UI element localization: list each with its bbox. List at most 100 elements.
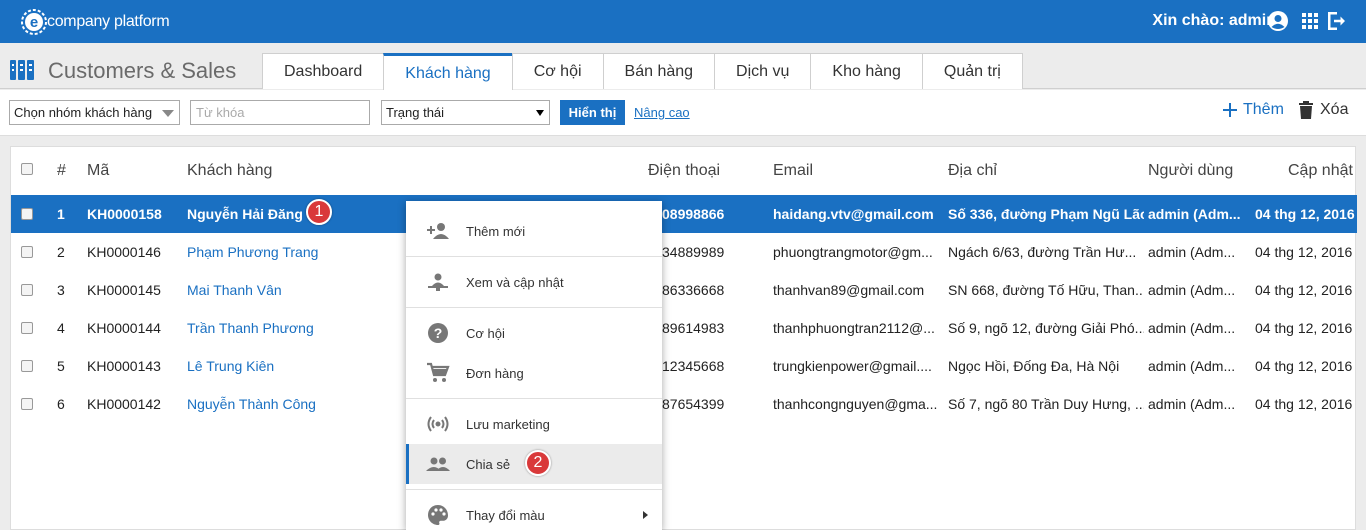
row-checkbox[interactable]: [21, 208, 33, 220]
menu-item-label: Chia sẻ: [466, 457, 511, 472]
row-checkbox[interactable]: [21, 322, 33, 334]
submenu-arrow-icon: [643, 511, 648, 519]
cell-customer[interactable]: Phạm Phương Trang: [187, 244, 318, 260]
broadcast-icon: [427, 416, 449, 432]
table-row[interactable]: 2 KH0000146 Phạm Phương Trang 34889989 phuon…: [11, 233, 1357, 271]
cell-index: 1: [57, 206, 65, 222]
column-header-email[interactable]: Email: [773, 162, 813, 180]
chevron-down-icon: [536, 110, 544, 116]
cell-updated: 04 thg 12, 2016: [1255, 320, 1353, 336]
select-all-checkbox[interactable]: [21, 163, 33, 175]
table-row[interactable]: 4 KH0000144 Trần Thanh Phương 89614983 thanh…: [11, 309, 1357, 347]
cell-index: 5: [57, 358, 65, 374]
cell-address: Ngọc Hồi, Đống Đa, Hà Nội: [948, 358, 1120, 374]
row-checkbox[interactable]: [21, 284, 33, 296]
cell-address: Số 7, ngõ 80 Trần Duy Hưng, ...: [948, 396, 1144, 412]
logo-text: company platform: [47, 12, 170, 30]
logout-icon[interactable]: [1323, 9, 1347, 33]
customer-group-select[interactable]: Chọn nhóm khách hàng: [9, 100, 180, 125]
cell-phone: 89614983: [662, 320, 725, 336]
cell-email: thanhphuongtran2112@...: [773, 320, 935, 336]
cell-customer[interactable]: Trần Thanh Phương: [187, 320, 314, 336]
cell-code: KH0000158: [87, 206, 162, 222]
svg-text:?: ?: [434, 325, 443, 341]
column-header-index: #: [57, 162, 66, 179]
table-row[interactable]: 1 KH0000158 Nguyễn Hải Đăng 08998866 haidang…: [11, 195, 1357, 233]
chevron-down-icon: [162, 110, 174, 117]
cell-user: admin (Adm...: [1148, 206, 1241, 222]
cell-phone: 08998866: [662, 206, 725, 222]
cell-user: admin (Adm...: [1148, 358, 1236, 374]
cell-updated: 04 thg 12, 2016: [1255, 206, 1355, 222]
row-checkbox[interactable]: [21, 246, 33, 258]
filter-toolbar: Chọn nhóm khách hàng Trạng thái Hiển thị…: [0, 90, 1366, 136]
tab-customers[interactable]: Khách hàng: [383, 53, 513, 90]
cell-code: KH0000142: [87, 396, 161, 412]
tab-opportunities[interactable]: Cơ hội: [511, 53, 604, 89]
menu-divider: [406, 307, 662, 308]
people-icon: [426, 457, 450, 471]
cell-address: Số 9, ngõ 12, đường Giải Phó...: [948, 320, 1144, 336]
greeting: Xin chào: admin: [1152, 12, 1276, 29]
column-header-customer[interactable]: Khách hàng: [187, 162, 272, 180]
menu-item-add-new[interactable]: Thêm mới: [406, 211, 662, 251]
cell-index: 3: [57, 282, 65, 298]
callout-badge-1: 1: [306, 199, 332, 225]
callout-badge-2: 2: [525, 450, 551, 476]
menu-divider: [406, 489, 662, 490]
customer-table: # Mã Khách hàng Điện thoại Email Địa chỉ…: [10, 146, 1357, 530]
cell-customer[interactable]: Mai Thanh Vân: [187, 282, 282, 298]
keyword-input[interactable]: [190, 100, 370, 125]
tab-admin[interactable]: Quản trị: [921, 53, 1023, 89]
table-row[interactable]: 6 KH0000142 Nguyễn Thành Công 87654399 thanh…: [11, 385, 1357, 423]
tab-dashboard[interactable]: Dashboard: [262, 53, 385, 89]
cell-user: admin (Adm...: [1148, 320, 1236, 336]
cell-customer[interactable]: Nguyễn Thành Công: [187, 396, 316, 412]
menu-item-label: Đơn hàng: [466, 366, 524, 381]
cell-user: admin (Adm...: [1148, 282, 1236, 298]
menu-item-label: Thay đổi màu: [466, 508, 545, 523]
cell-user: admin (Adm...: [1148, 396, 1236, 412]
menu-item-orders[interactable]: Đơn hàng: [406, 353, 662, 393]
tab-warehouse[interactable]: Kho hàng: [810, 53, 923, 89]
show-button[interactable]: Hiển thị: [560, 100, 625, 125]
tab-services[interactable]: Dịch vụ: [714, 53, 812, 89]
cell-phone: 34889989: [662, 244, 725, 260]
add-button[interactable]: Thêm: [1222, 101, 1284, 119]
plus-icon: [1223, 103, 1237, 117]
menu-item-label: Thêm mới: [466, 224, 526, 239]
menu-item-opportunity[interactable]: ? Cơ hội: [406, 313, 662, 353]
apps-grid-icon[interactable]: [1298, 9, 1322, 33]
menu-item-change-color[interactable]: Thay đổi màu: [406, 495, 662, 530]
column-header-address[interactable]: Địa chỉ: [948, 162, 997, 180]
row-checkbox[interactable]: [21, 360, 33, 372]
column-header-user[interactable]: Người dùng: [1148, 162, 1233, 180]
cell-email: thanhcongnguyen@gma...: [773, 396, 938, 412]
column-header-phone[interactable]: Điện thoại: [648, 162, 720, 180]
cell-user: admin (Adm...: [1148, 244, 1236, 260]
delete-button[interactable]: Xóa: [1298, 101, 1348, 119]
cell-customer[interactable]: Nguyễn Hải Đăng: [187, 206, 303, 222]
row-checkbox[interactable]: [21, 398, 33, 410]
cell-customer[interactable]: Lê Trung Kiên: [187, 358, 274, 374]
cart-icon: [427, 362, 450, 382]
cell-address: SN 668, đường Tố Hữu, Than...: [948, 282, 1144, 298]
add-button-label: Thêm: [1243, 101, 1284, 118]
cell-code: KH0000146: [87, 244, 161, 260]
column-header-code[interactable]: Mã: [87, 162, 109, 180]
table-row[interactable]: 5 KH0000143 Lê Trung Kiên 12345668 trungkien…: [11, 347, 1357, 385]
logo[interactable]: e company platform: [20, 6, 170, 37]
column-header-updated[interactable]: Cập nhật: [1288, 162, 1353, 180]
cell-index: 2: [57, 244, 65, 260]
person-view-icon: [428, 273, 448, 291]
menu-item-save-marketing[interactable]: Lưu marketing: [406, 404, 662, 444]
status-select[interactable]: Trạng thái: [381, 100, 550, 125]
advanced-search-link[interactable]: Nâng cao: [634, 105, 690, 120]
account-circle-icon[interactable]: [1266, 9, 1290, 33]
menu-item-label: Xem và cập nhật: [466, 275, 564, 290]
cell-email: thanhvan89@gmail.com: [773, 282, 925, 298]
table-row[interactable]: 3 KH0000145 Mai Thanh Vân 86336668 thanhvan8…: [11, 271, 1357, 309]
tab-sales[interactable]: Bán hàng: [602, 53, 716, 89]
address-book-icon: [10, 60, 34, 80]
menu-item-view-update[interactable]: Xem và cập nhật: [406, 262, 662, 302]
